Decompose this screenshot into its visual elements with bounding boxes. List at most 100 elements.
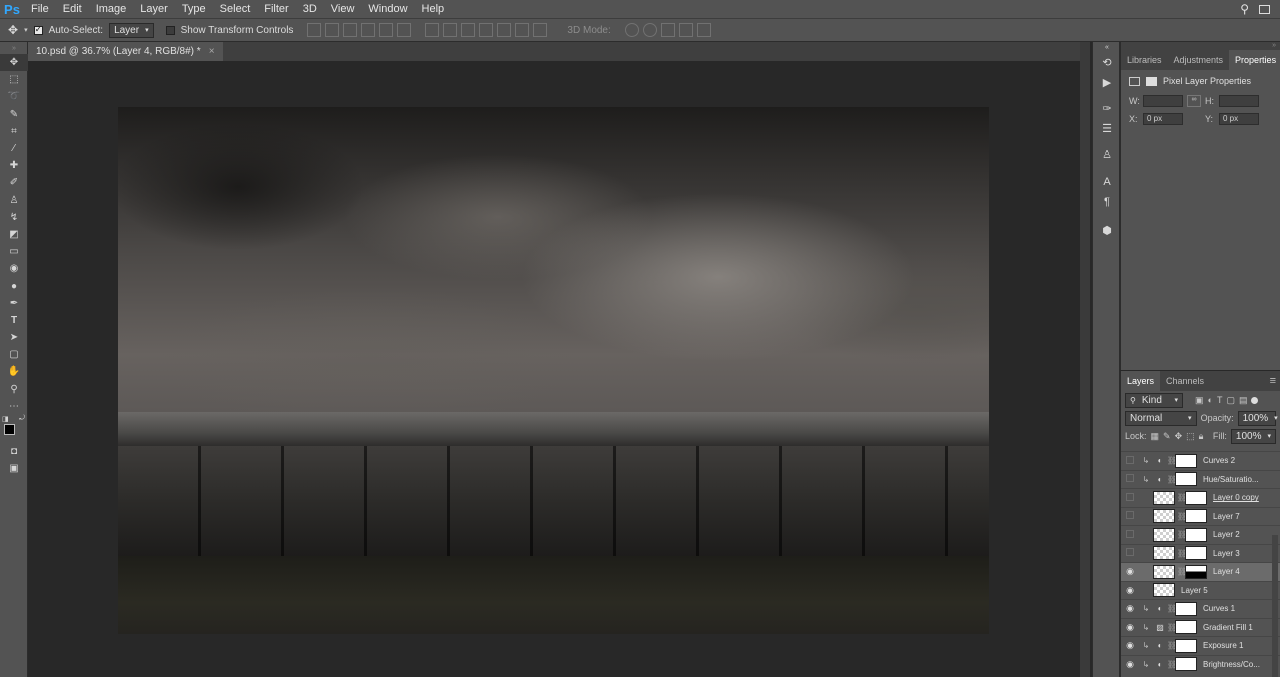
marquee-tool[interactable]: ⬚ bbox=[0, 71, 28, 88]
layer-mask-icon[interactable] bbox=[1146, 76, 1157, 86]
visibility-off-box[interactable] bbox=[1121, 474, 1139, 484]
lock-artboard-icon[interactable]: ⬚ bbox=[1186, 431, 1195, 442]
auto-align-icon[interactable] bbox=[533, 23, 548, 37]
zoom-tool[interactable]: ⚲ bbox=[0, 381, 28, 398]
mask-link-icon[interactable]: ⛓ bbox=[1177, 493, 1187, 502]
default-colors-icon[interactable]: ◨ bbox=[2, 415, 9, 423]
layer-row[interactable]: ◉ ↳ ◐ ⛓ Curves 1 bbox=[1121, 599, 1280, 618]
tab-libraries[interactable]: Libraries bbox=[1121, 50, 1168, 70]
layer-name[interactable]: Layer 4 bbox=[1209, 567, 1240, 576]
layer-name[interactable]: Hue/Saturatio... bbox=[1199, 475, 1259, 484]
width-field[interactable] bbox=[1143, 95, 1183, 107]
layer-row[interactable]: ↳ ◐ ⛓ Hue/Saturatio... bbox=[1121, 469, 1280, 489]
layer-name[interactable]: Curves 1 bbox=[1199, 604, 1235, 613]
brush-settings-icon[interactable]: ✑ bbox=[1093, 98, 1121, 118]
layer-row[interactable]: ⛓ Layer 2 bbox=[1121, 525, 1280, 544]
layer-row[interactable]: ◉ ↳ ◐ ⛓ Exposure 1 bbox=[1121, 636, 1280, 655]
layer-name[interactable]: Layer 7 bbox=[1209, 512, 1240, 521]
3d-drag-icon[interactable] bbox=[660, 23, 675, 37]
close-icon[interactable]: × bbox=[209, 46, 215, 57]
lock-position-icon[interactable]: ✥ bbox=[1175, 431, 1183, 442]
menu-window[interactable]: Window bbox=[361, 3, 414, 15]
layer-thumbnail[interactable] bbox=[1153, 527, 1175, 542]
visibility-off-box[interactable] bbox=[1121, 492, 1139, 503]
layer-row[interactable]: ⛓ Layer 0 copy bbox=[1121, 488, 1280, 507]
path-select-tool[interactable]: ➤ bbox=[0, 329, 28, 346]
mask-link-icon[interactable]: ⛓ bbox=[1167, 623, 1177, 632]
dodge-tool[interactable]: ● bbox=[0, 277, 28, 294]
move-tool[interactable]: ✥ bbox=[0, 54, 28, 72]
layer-mask-thumbnail[interactable] bbox=[1175, 453, 1197, 468]
tab-adjustments[interactable]: Adjustments bbox=[1168, 50, 1230, 70]
fill-field[interactable]: 100% ▾ bbox=[1230, 428, 1276, 444]
menu-type[interactable]: Type bbox=[175, 3, 213, 15]
foreground-color[interactable] bbox=[4, 423, 15, 435]
paragraph-icon[interactable]: ¶ bbox=[1093, 192, 1121, 212]
align-vcenter-icon[interactable] bbox=[325, 23, 340, 37]
layer-mask-thumbnail[interactable] bbox=[1175, 601, 1197, 616]
mask-link-icon[interactable]: ⛓ bbox=[1167, 475, 1177, 484]
pen-tool[interactable]: ✒ bbox=[0, 295, 28, 312]
mask-link-icon[interactable]: ⛓ bbox=[1167, 456, 1177, 465]
lock-all-icon[interactable]: 🔒︎ bbox=[1199, 431, 1204, 442]
distribute-right-icon[interactable] bbox=[515, 23, 530, 37]
opacity-field[interactable]: 100% ▾ bbox=[1237, 410, 1278, 426]
canvas-area[interactable] bbox=[28, 61, 1090, 677]
visibility-off-box[interactable] bbox=[1121, 529, 1139, 540]
mask-link-icon[interactable]: ⛓ bbox=[1177, 549, 1187, 558]
align-right-icon[interactable] bbox=[397, 23, 412, 37]
layer-mask-thumbnail[interactable] bbox=[1185, 564, 1207, 579]
3d-orbit-icon[interactable] bbox=[624, 23, 639, 37]
distribute-hcenter-icon[interactable] bbox=[497, 23, 512, 37]
x-field[interactable]: 0 px bbox=[1143, 113, 1183, 125]
lasso-tool[interactable]: ➰ bbox=[0, 88, 28, 105]
layer-row[interactable]: ◉ ↳ ◐ ⛓ Brightness/Co... bbox=[1121, 654, 1280, 674]
layer-mask-thumbnail[interactable] bbox=[1175, 657, 1197, 672]
tab-properties[interactable]: Properties bbox=[1229, 50, 1280, 70]
visibility-off-box[interactable] bbox=[1121, 511, 1139, 521]
screen-mode-icon[interactable]: ▣ bbox=[0, 460, 28, 477]
tab-channels[interactable]: Channels bbox=[1160, 371, 1210, 391]
mask-link-icon[interactable]: ⛓ bbox=[1177, 530, 1187, 539]
blend-mode-dropdown[interactable]: Normal ▾ bbox=[1125, 410, 1197, 426]
tab-layers[interactable]: Layers bbox=[1121, 371, 1161, 391]
menu-help[interactable]: Help bbox=[415, 3, 452, 15]
layer-name[interactable]: Layer 0 copy bbox=[1209, 493, 1259, 502]
layer-row[interactable]: ◉ Layer 5 bbox=[1121, 580, 1280, 600]
quick-mask-icon[interactable]: ◘ bbox=[0, 443, 28, 460]
brush-tool[interactable]: ✐ bbox=[0, 174, 28, 191]
history-brush-tool[interactable]: ↯ bbox=[0, 209, 28, 226]
layer-name[interactable]: Curves 2 bbox=[1199, 456, 1235, 465]
layer-name[interactable]: Gradient Fill 1 bbox=[1199, 623, 1253, 632]
mask-link-icon[interactable]: ⛓ bbox=[1167, 604, 1177, 613]
transform-controls-checkbox[interactable] bbox=[165, 25, 175, 35]
layer-row[interactable]: ◉ ⛓ Layer 4 bbox=[1121, 562, 1280, 581]
crop-tool[interactable]: ⌗ bbox=[0, 123, 28, 140]
layer-filter-dropdown[interactable]: ⚲ Kind ▾ bbox=[1125, 392, 1183, 408]
distribute-left-icon[interactable] bbox=[479, 23, 494, 37]
visibility-off-box[interactable] bbox=[1121, 548, 1139, 558]
quick-select-tool[interactable]: ✎ bbox=[0, 106, 28, 123]
layer-thumbnail[interactable] bbox=[1153, 583, 1175, 598]
menu-layer[interactable]: Layer bbox=[133, 3, 175, 15]
blur-tool[interactable]: ◉ bbox=[0, 260, 28, 277]
align-left-icon[interactable] bbox=[361, 23, 376, 37]
layer-mask-thumbnail[interactable] bbox=[1175, 638, 1197, 653]
menu-file[interactable]: File bbox=[24, 3, 56, 15]
mask-link-icon[interactable]: ⛓ bbox=[1167, 660, 1177, 669]
layer-row[interactable]: ⛓ Layer 7 bbox=[1121, 506, 1280, 526]
eye-icon[interactable]: ◉ bbox=[1121, 603, 1139, 614]
layer-name[interactable]: Exposure 1 bbox=[1199, 641, 1243, 650]
shape-tool[interactable]: ▢ bbox=[0, 346, 28, 363]
color-swatches[interactable]: ◨ ⤾ bbox=[0, 415, 28, 443]
layer-mask-thumbnail[interactable] bbox=[1175, 472, 1197, 487]
layer-thumbnail[interactable] bbox=[1153, 490, 1175, 505]
eye-icon[interactable]: ◉ bbox=[1121, 585, 1139, 596]
eye-icon[interactable]: ◉ bbox=[1121, 622, 1139, 633]
align-top-icon[interactable] bbox=[307, 23, 322, 37]
move-tool-icon[interactable]: ✥ bbox=[8, 23, 18, 37]
link-icon[interactable]: ∞ bbox=[1187, 95, 1201, 107]
menu-3d[interactable]: 3D bbox=[296, 3, 324, 15]
actions-play-icon[interactable]: ▶ bbox=[1093, 72, 1121, 92]
layer-mask-thumbnail[interactable] bbox=[1185, 527, 1207, 542]
